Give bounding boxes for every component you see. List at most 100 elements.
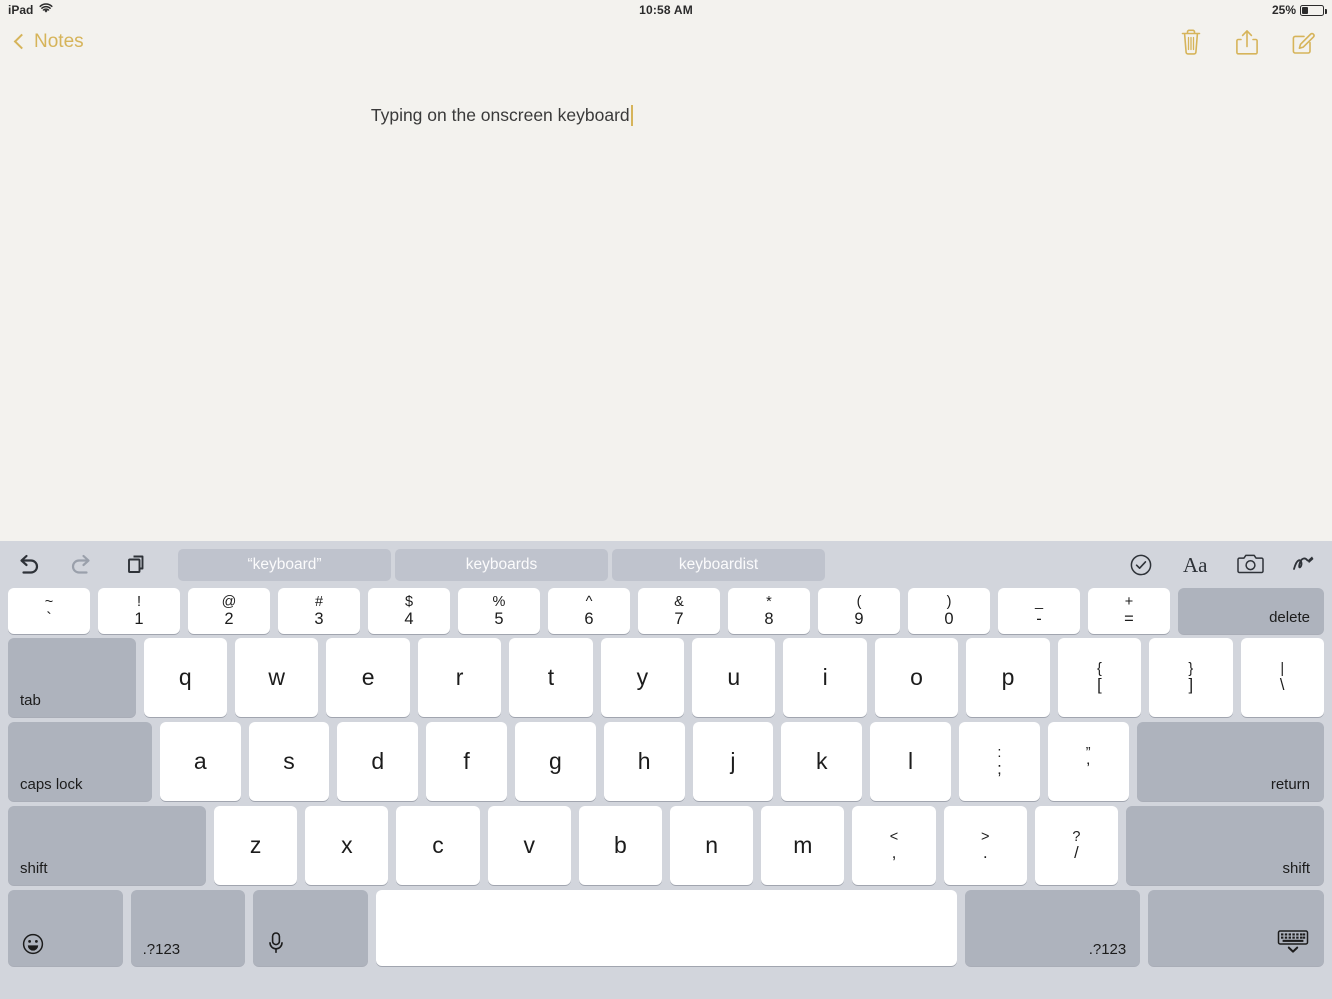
text-format-icon[interactable]: Aa [1182, 552, 1210, 578]
key-a[interactable]: a [159, 722, 241, 801]
svg-text:Aa: Aa [1183, 553, 1208, 577]
text-caret [630, 105, 633, 126]
nav-actions [1178, 27, 1316, 57]
key-t[interactable]: t [509, 638, 593, 717]
microphone-icon [267, 931, 285, 960]
status-clock: 10:58 AM [639, 3, 693, 17]
key-x[interactable]: x [305, 806, 389, 885]
key-numeric-left[interactable]: .?123 [130, 890, 246, 966]
battery-icon [1300, 4, 1327, 16]
keyboard-row-bottom: .?123 .?123 [0, 890, 1332, 974]
key-0[interactable]: ) 0 [908, 588, 990, 634]
key-7[interactable]: & 7 [638, 588, 720, 634]
onscreen-keyboard: “keyboard” keyboards keyboardist Aa ~ ` … [0, 541, 1332, 999]
key-hide-keyboard[interactable] [1148, 890, 1324, 966]
key-m[interactable]: m [761, 806, 845, 885]
key-n[interactable]: n [670, 806, 754, 885]
redo-icon[interactable] [68, 552, 96, 578]
key-f[interactable]: f [426, 722, 507, 801]
status-bar: iPad 10:58 AM 25% [0, 0, 1332, 20]
key-dictation[interactable] [253, 890, 368, 966]
key-2[interactable]: @ 2 [188, 588, 270, 634]
key-9[interactable]: ( 9 [818, 588, 900, 634]
key-i[interactable]: i [783, 638, 867, 717]
key-z[interactable]: z [214, 806, 298, 885]
key-5[interactable]: % 5 [458, 588, 540, 634]
nav-bar: Notes [0, 20, 1332, 64]
key-numeric-right[interactable]: .?123 [964, 890, 1141, 966]
key-shift-right[interactable]: shift [1126, 806, 1325, 885]
markup-squiggle-icon[interactable] [1290, 552, 1318, 578]
key-period[interactable]: > . [943, 806, 1027, 885]
key-4[interactable]: $ 4 [368, 588, 450, 634]
key-slash[interactable]: ? / [1034, 806, 1119, 885]
note-editor[interactable]: Typing on the onscreen keyboard [0, 64, 1332, 541]
trash-icon[interactable] [1178, 27, 1204, 57]
emoji-smiley-icon [22, 933, 44, 960]
suggestion-0[interactable]: “keyboard” [178, 548, 391, 581]
key-tilde-backtick[interactable]: ~ ` [8, 588, 90, 634]
key-return[interactable]: return [1136, 722, 1325, 801]
suggestion-2[interactable]: keyboardist [612, 548, 825, 581]
key-o[interactable]: o [874, 638, 959, 717]
key-semicolon[interactable]: : ; [958, 722, 1040, 801]
key-delete[interactable]: delete [1178, 588, 1324, 634]
key-s[interactable]: s [248, 722, 330, 801]
key-v[interactable]: v [487, 806, 571, 885]
camera-icon[interactable] [1236, 552, 1264, 578]
back-to-notes-button[interactable]: Notes [13, 31, 84, 53]
checklist-icon[interactable] [1128, 552, 1156, 578]
hide-keyboard-icon [1276, 928, 1310, 961]
key-k[interactable]: k [781, 722, 863, 801]
keyboard-row-numbers: ~ ` ! 1 @ 2 # 3 $ 4 % 5 ^ 6 & 7 * 8 (9 … [0, 588, 1332, 638]
keyboard-toolbar: “keyboard” keyboards keyboardist Aa [0, 541, 1332, 588]
keyboard-row-home: caps lock a s d f g h j k l : ; ” ’ retu… [0, 722, 1332, 806]
keyboard-row-shift: shift z x c v b n m < , > . ? / shift [0, 806, 1332, 890]
key-u[interactable]: u [692, 638, 776, 717]
key-6[interactable]: ^ 6 [548, 588, 630, 634]
key-tab[interactable]: tab [8, 638, 136, 717]
key-comma[interactable]: < , [852, 806, 936, 885]
key-equals-plus[interactable]: + = [1088, 588, 1170, 634]
ipad-screen: iPad 10:58 AM 25% Notes Typing on the on… [0, 0, 1332, 999]
key-caps-lock[interactable]: caps lock [8, 722, 152, 801]
status-right: 25% [1271, 3, 1327, 17]
key-w[interactable]: w [235, 638, 319, 717]
battery-percent-label: 25% [1271, 3, 1296, 17]
key-e[interactable]: e [326, 638, 410, 717]
key-p[interactable]: p [966, 638, 1050, 717]
paste-icon[interactable] [122, 552, 150, 578]
key-1[interactable]: ! 1 [98, 588, 180, 634]
share-icon[interactable] [1234, 27, 1260, 57]
key-bracket-left[interactable]: { [ [1057, 638, 1142, 717]
suggestion-1[interactable]: keyboards [395, 548, 608, 581]
key-r[interactable]: r [417, 638, 502, 717]
key-q[interactable]: q [143, 638, 228, 717]
key-space[interactable] [375, 890, 957, 966]
key-d[interactable]: d [337, 722, 419, 801]
note-body-text[interactable]: Typing on the onscreen keyboard [342, 84, 633, 147]
key-bracket-right[interactable]: } ] [1149, 638, 1233, 717]
key-y[interactable]: y [600, 638, 685, 717]
key-h[interactable]: h [603, 722, 685, 801]
key-3[interactable]: # 3 [278, 588, 360, 634]
back-button-label: Notes [34, 31, 84, 52]
keyboard-toolbar-right: Aa [1128, 552, 1318, 578]
note-body-value: Typing on the onscreen keyboard [370, 105, 630, 125]
key-emoji[interactable] [8, 890, 123, 966]
compose-icon[interactable] [1290, 27, 1316, 57]
undo-icon[interactable] [14, 552, 42, 578]
key-backslash[interactable]: | \ [1240, 638, 1324, 717]
key-quote[interactable]: ” ’ [1047, 722, 1129, 801]
key-b[interactable]: b [578, 806, 663, 885]
autocorrect-suggestions: “keyboard” keyboards keyboardist [178, 548, 829, 581]
key-minus-underscore[interactable]: _ - [998, 588, 1080, 634]
key-shift-left[interactable]: shift [8, 806, 207, 885]
key-g[interactable]: g [515, 722, 596, 801]
key-8[interactable]: * 8 [728, 588, 810, 634]
keyboard-row-qwerty: tab q w e r t y u i o p { [ } ] | \ [0, 638, 1332, 722]
key-c[interactable]: c [396, 806, 480, 885]
key-j[interactable]: j [692, 722, 774, 801]
key-l[interactable]: l [870, 722, 951, 801]
chevron-left-icon [13, 33, 30, 50]
